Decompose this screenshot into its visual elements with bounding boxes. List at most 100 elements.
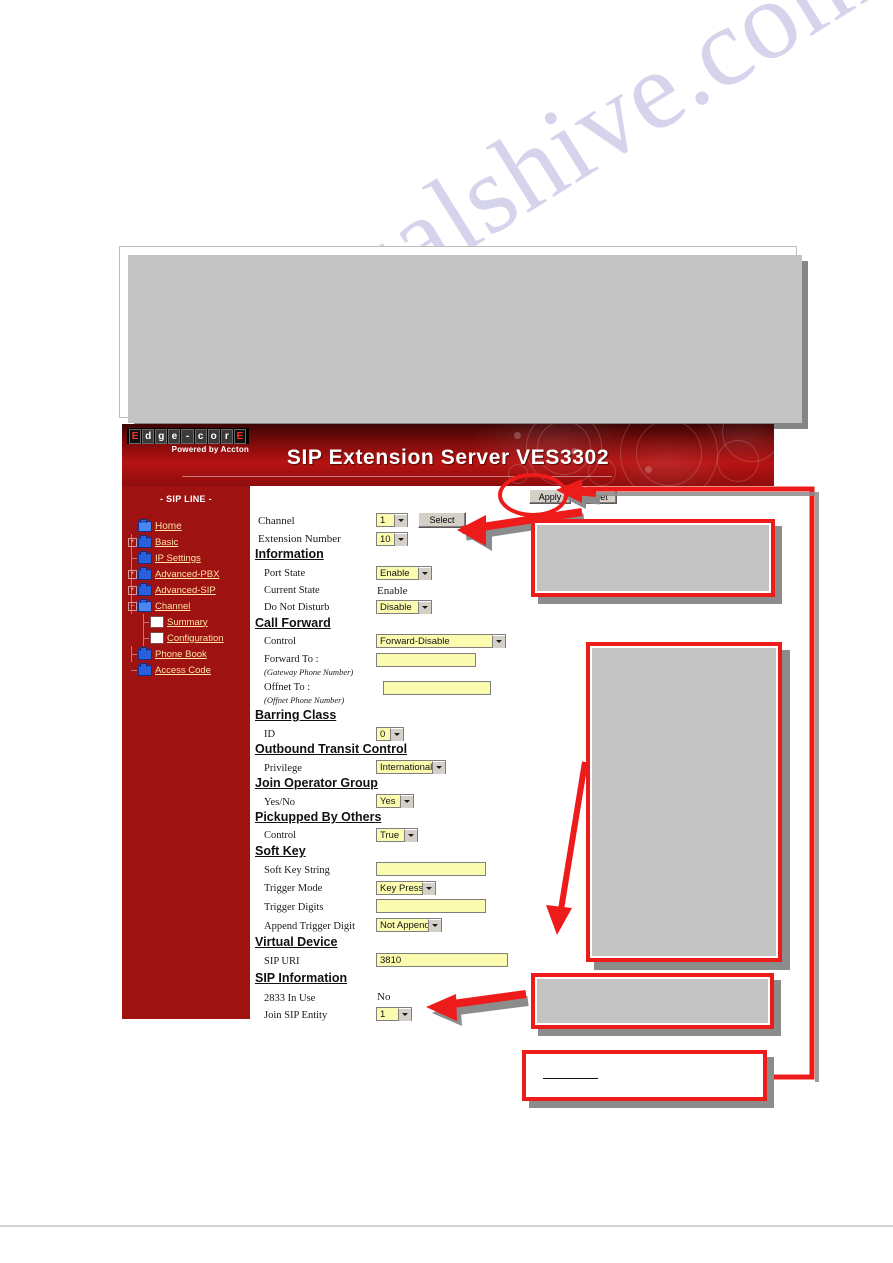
edgecore-logo: E d g e - c o r E [127, 428, 249, 444]
sidebar-item-label: Home [155, 520, 182, 532]
sip-uri-label: SIP URI [264, 956, 300, 967]
tree-connector [128, 550, 137, 566]
do-not-disturb-select[interactable]: Disable [376, 600, 432, 614]
chevron-down-icon [404, 828, 417, 842]
logo-letter: E [129, 428, 142, 444]
document-icon [150, 616, 164, 628]
sidebar: - SIP LINE - Home + Basic IP Settings + … [122, 486, 250, 1019]
sidebar-item-label: Summary [167, 616, 208, 628]
port-state-select[interactable]: Enable [376, 566, 432, 580]
pickup-control-select[interactable]: True [376, 828, 418, 842]
configuration-form: Apply Reset Channel 1 Select Extension N… [250, 486, 774, 1021]
tree-expander[interactable]: – [128, 598, 137, 614]
soft-key-string-input[interactable] [376, 862, 486, 876]
append-trigger-digit-label: Append Trigger Digit [264, 921, 356, 932]
logo-letter: e [168, 428, 181, 444]
apply-button[interactable]: Apply [529, 489, 571, 504]
append-trigger-digit-select[interactable]: Not Append [376, 918, 442, 932]
section-virtual-device: Virtual Device [255, 935, 338, 949]
chevron-down-icon [418, 600, 431, 614]
cf-control-select[interactable]: Forward-Disable [376, 634, 506, 648]
banner-decor-dot [514, 432, 521, 439]
sidebar-item-summary[interactable]: Summary [128, 614, 250, 630]
extension-number-select[interactable]: 10 [376, 532, 408, 546]
extension-number-label: Extension Number [258, 532, 341, 545]
reset-button[interactable]: Reset [575, 489, 617, 504]
chevron-down-icon [428, 918, 441, 932]
logo-letter: r [220, 428, 233, 444]
tree-expander[interactable]: + [128, 566, 137, 582]
section-call-forward: Call Forward [255, 616, 331, 630]
logo-letter: E [233, 428, 246, 444]
open-folder-icon [138, 518, 152, 532]
sidebar-item-home[interactable]: Home [128, 518, 250, 534]
section-join-operator-group: Join Operator Group [255, 776, 378, 790]
app-banner: E d g e - c o r E Powered by Accton SIP … [122, 424, 774, 486]
trigger-digits-input[interactable] [376, 899, 486, 913]
logo-letter: - [181, 428, 194, 444]
chevron-down-icon [422, 881, 435, 895]
offnet-to-input[interactable] [383, 681, 491, 695]
document-icon [150, 632, 164, 644]
top-placeholder-figure [119, 246, 802, 423]
app-body: - SIP LINE - Home + Basic IP Settings + … [122, 486, 774, 1021]
sidebar-item-channel[interactable]: – Channel [128, 598, 250, 614]
folder-icon [138, 646, 152, 660]
yesno-label: Yes/No [264, 797, 296, 808]
tree-expander[interactable]: + [128, 534, 137, 550]
forward-to-note: (Gateway Phone Number) [264, 666, 354, 677]
sidebar-item-label: Advanced-SIP [155, 584, 216, 596]
folder-icon [138, 534, 152, 548]
do-not-disturb-label: Do Not Disturb [264, 602, 330, 613]
join-operator-group-select[interactable]: Yes [376, 794, 414, 808]
callout-shadow [529, 1057, 774, 1108]
section-outbound-transit: Outbound Transit Control [255, 742, 408, 756]
join-sip-entity-select[interactable]: 1 [376, 1007, 412, 1021]
chevron-down-icon [390, 727, 403, 741]
section-pickupped-by-others: Pickupped By Others [255, 810, 382, 824]
sidebar-item-basic[interactable]: + Basic [128, 534, 250, 550]
placeholder-fill [128, 255, 802, 423]
form-button-bar: Apply Reset [250, 486, 774, 508]
logo-letter: g [155, 428, 168, 444]
soft-key-string-label: Soft Key String [264, 865, 330, 876]
port-state-label: Port State [264, 568, 306, 579]
sidebar-item-phone-book[interactable]: Phone Book [128, 646, 250, 662]
tree-expander[interactable]: + [128, 582, 137, 598]
privilege-select[interactable]: International [376, 760, 446, 774]
tree-connector [128, 646, 137, 662]
sidebar-item-ip-settings[interactable]: IP Settings [128, 550, 250, 566]
sip-uri-input[interactable]: 3810 [376, 953, 508, 967]
sidebar-nav: Home + Basic IP Settings + Advanced-PBX [122, 518, 250, 678]
join-sip-entity-label: Join SIP Entity [264, 1010, 328, 1021]
channel-select[interactable]: 1 [376, 513, 408, 527]
embedded-web-ui-screenshot: E d g e - c o r E Powered by Accton SIP … [122, 424, 774, 1021]
forward-to-input[interactable] [376, 653, 476, 667]
privilege-label: Privilege [264, 763, 302, 774]
trigger-mode-select[interactable]: Key Press [376, 881, 436, 895]
trigger-digits-label: Trigger Digits [264, 902, 324, 913]
section-soft-key: Soft Key [255, 844, 306, 858]
sidebar-item-label: Configuration [167, 632, 224, 644]
sidebar-item-label: Phone Book [155, 648, 207, 660]
in-use-value: No [377, 990, 391, 1003]
logo-letter: d [142, 428, 155, 444]
open-folder-icon [138, 598, 152, 612]
barring-id-label: ID [264, 729, 276, 740]
sidebar-item-access-code[interactable]: Access Code [128, 662, 250, 678]
cf-control-label: Control [264, 636, 297, 647]
sidebar-item-configuration[interactable]: Configuration [128, 630, 250, 646]
chevron-down-icon [394, 532, 407, 546]
select-button[interactable]: Select [418, 512, 466, 528]
sidebar-item-label: Channel [155, 600, 191, 612]
folder-icon [138, 662, 152, 676]
section-sip-information: SIP Information [255, 971, 348, 985]
logo-letter: o [207, 428, 220, 444]
current-state-label: Current State [264, 585, 320, 596]
sidebar-item-advanced-pbx[interactable]: + Advanced-PBX [128, 566, 250, 582]
tree-connector [128, 662, 137, 678]
sidebar-item-advanced-sip[interactable]: + Advanced-SIP [128, 582, 250, 598]
barring-id-select[interactable]: 0 [376, 727, 404, 741]
channel-label: Channel [258, 514, 295, 527]
